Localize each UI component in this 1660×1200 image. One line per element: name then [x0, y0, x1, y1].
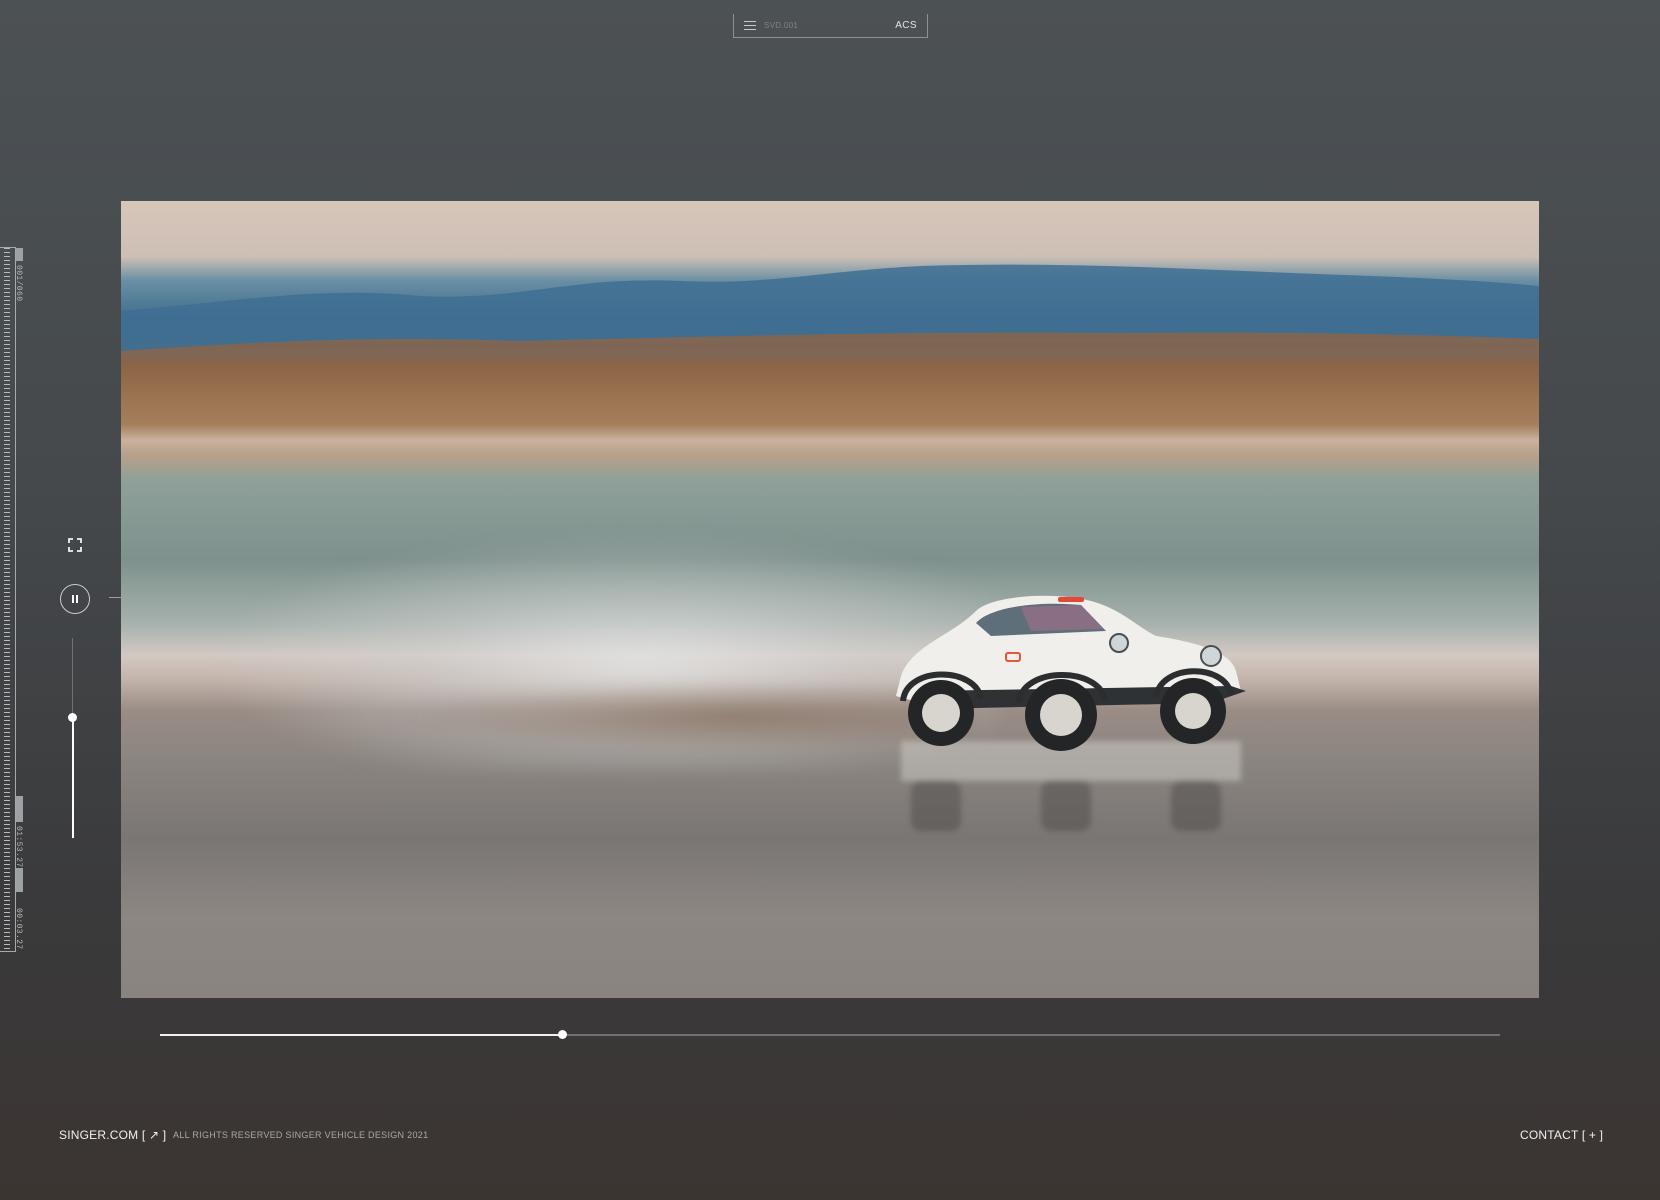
volume-slider[interactable] — [68, 638, 77, 838]
rally-car — [896, 595, 1246, 751]
fullscreen-icon[interactable] — [68, 538, 82, 552]
pause-icon — [72, 595, 74, 603]
ruler-labels: 001/060 01:53.27 00:03.27 — [14, 248, 26, 953]
distant-hills — [121, 264, 1539, 361]
menu-icon[interactable] — [744, 21, 756, 30]
ruler-current-time: 00:03.27 — [14, 908, 23, 950]
ruler-tag-top — [16, 248, 23, 261]
volume-knob[interactable] — [68, 713, 77, 722]
pause-guide-line — [109, 597, 189, 598]
top-nav-bar: SVD.001 ACS — [733, 14, 928, 38]
ruler-duration: 01:53.27 — [14, 826, 23, 868]
ruler-frame-count: 001/060 — [14, 265, 23, 302]
progress-scrubber-knob[interactable] — [558, 1030, 567, 1039]
video-progress-bar[interactable] — [160, 1030, 1500, 1039]
contact-link[interactable]: CONTACT [ + ] — [1520, 1128, 1603, 1142]
progress-fill — [160, 1034, 562, 1036]
pause-button[interactable] — [60, 584, 90, 614]
copyright-notice: ALL RIGHTS RESERVED SINGER VEHICLE DESIG… — [173, 1130, 429, 1140]
ruler-tag-mid — [16, 796, 23, 822]
nav-acs-link[interactable]: ACS — [895, 20, 917, 31]
nav-code-label: SVD.001 — [764, 21, 799, 30]
singer-site-link[interactable]: SINGER.COM [ ↗ ] — [59, 1128, 166, 1142]
video-player[interactable] — [121, 201, 1539, 998]
volume-level-fill — [71, 718, 74, 838]
ruler-tag-bottom — [16, 868, 23, 892]
